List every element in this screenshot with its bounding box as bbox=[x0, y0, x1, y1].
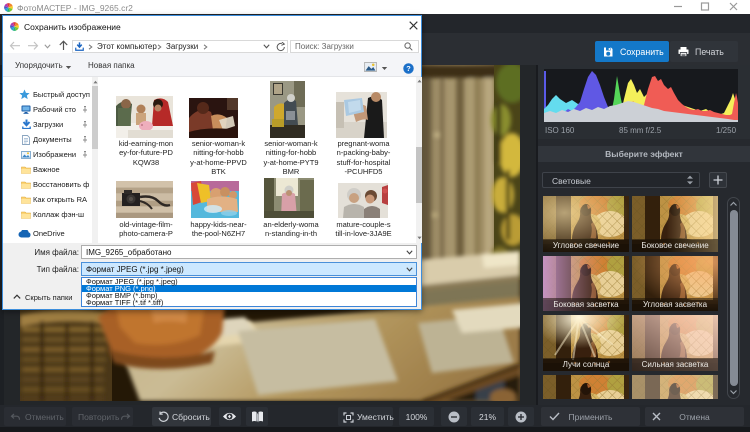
svg-text:?: ? bbox=[406, 64, 411, 73]
